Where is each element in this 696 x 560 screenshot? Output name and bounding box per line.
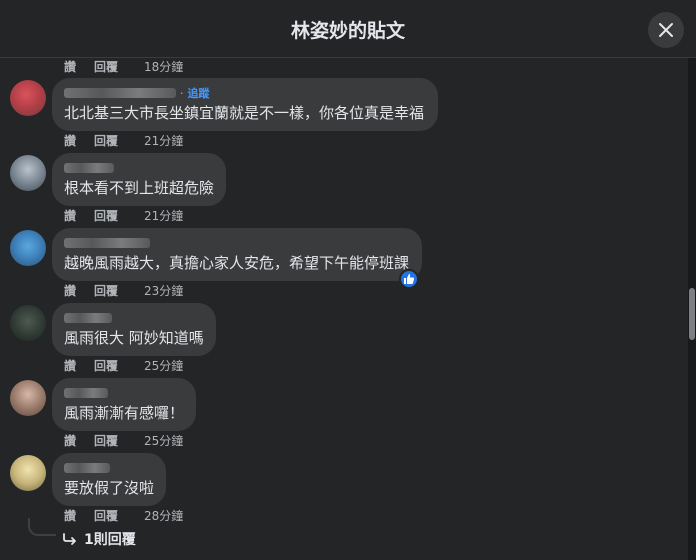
view-replies-label: 1則回覆 bbox=[84, 532, 136, 548]
post-title: 林姿妙的貼文 bbox=[290, 20, 405, 42]
comment-actions: 讚 回覆 18分鐘 bbox=[64, 58, 183, 74]
comment-bubble: 風雨很大 阿妙知道嗎 bbox=[52, 303, 216, 356]
reaction-badge[interactable] bbox=[399, 269, 419, 289]
comment-actions: 讚 回覆 21分鐘 bbox=[64, 207, 183, 223]
comment-text: 根本看不到上班超危險 bbox=[64, 179, 215, 197]
avatar[interactable] bbox=[10, 80, 46, 116]
like-link[interactable]: 讚 bbox=[64, 282, 94, 298]
reply-link[interactable]: 回覆 bbox=[94, 507, 144, 523]
like-link[interactable]: 讚 bbox=[64, 357, 94, 373]
like-link[interactable]: 讚 bbox=[64, 58, 94, 74]
like-link[interactable]: 讚 bbox=[64, 132, 94, 148]
modal-header: 林姿妙的貼文 bbox=[0, 0, 696, 58]
commenter-name[interactable] bbox=[64, 236, 410, 250]
close-icon bbox=[659, 23, 673, 37]
comments-list[interactable]: 讚 回覆 18分鐘 · 追蹤 北北基三大市長坐鎮宜蘭就是不一樣，你各位真是幸福 … bbox=[0, 58, 688, 560]
follow-link[interactable]: 追蹤 bbox=[188, 85, 210, 101]
comment-text: 越晚風雨越大，真擔心家人安危，希望下午能停班課 bbox=[64, 254, 410, 272]
comment-actions: 讚 回覆 25分鐘 bbox=[64, 357, 183, 373]
reply-link[interactable]: 回覆 bbox=[94, 357, 144, 373]
comment-time[interactable]: 23分鐘 bbox=[144, 282, 183, 298]
comment-time[interactable]: 21分鐘 bbox=[144, 207, 183, 223]
comment-text: 風雨很大 阿妙知道嗎 bbox=[64, 329, 204, 347]
comment-bubble: 越晚風雨越大，真擔心家人安危，希望下午能停班課 bbox=[52, 228, 422, 281]
reply-link[interactable]: 回覆 bbox=[94, 282, 144, 298]
comment-time[interactable]: 21分鐘 bbox=[144, 132, 183, 148]
commenter-name[interactable]: · 追蹤 bbox=[64, 86, 426, 100]
like-icon bbox=[404, 274, 415, 284]
reply-link[interactable]: 回覆 bbox=[94, 132, 144, 148]
comment-time[interactable]: 25分鐘 bbox=[144, 357, 183, 373]
reply-link[interactable]: 回覆 bbox=[94, 432, 144, 448]
avatar[interactable] bbox=[10, 305, 46, 341]
commenter-name[interactable] bbox=[64, 461, 154, 475]
comment-time[interactable]: 25分鐘 bbox=[144, 432, 183, 448]
commenter-name[interactable] bbox=[64, 386, 184, 400]
comment-bubble: · 追蹤 北北基三大市長坐鎮宜蘭就是不一樣，你各位真是幸福 bbox=[52, 78, 438, 131]
comment-actions: 讚 回覆 28分鐘 bbox=[64, 507, 183, 523]
like-link[interactable]: 讚 bbox=[64, 432, 94, 448]
comment-time[interactable]: 28分鐘 bbox=[144, 507, 183, 523]
comment-time[interactable]: 18分鐘 bbox=[144, 58, 183, 74]
avatar[interactable] bbox=[10, 380, 46, 416]
avatar[interactable] bbox=[10, 155, 46, 191]
comment-text: 風雨漸漸有感囉！ bbox=[64, 404, 185, 422]
reply-arrow-icon bbox=[63, 533, 76, 545]
avatar[interactable] bbox=[10, 230, 46, 266]
scrollbar-thumb[interactable] bbox=[689, 288, 695, 340]
like-link[interactable]: 讚 bbox=[64, 207, 94, 223]
reply-link[interactable]: 回覆 bbox=[94, 58, 144, 74]
comment-bubble: 根本看不到上班超危險 bbox=[52, 153, 226, 206]
comment-bubble: 風雨漸漸有感囉！ bbox=[52, 378, 196, 431]
comment-text: 北北基三大市長坐鎮宜蘭就是不一樣，你各位真是幸福 bbox=[64, 104, 425, 122]
comment-actions: 讚 回覆 21分鐘 bbox=[64, 132, 183, 148]
comment-actions: 讚 回覆 25分鐘 bbox=[64, 432, 183, 448]
comment-text: 要放假了沒啦 bbox=[64, 479, 155, 497]
view-replies-link[interactable]: 1則回覆 bbox=[62, 529, 136, 549]
comment-bubble: 要放假了沒啦 bbox=[52, 453, 166, 506]
comment-actions: 讚 回覆 23分鐘 bbox=[64, 282, 183, 298]
commenter-name[interactable] bbox=[64, 311, 204, 325]
reply-thread-line bbox=[28, 518, 56, 536]
commenter-name[interactable] bbox=[64, 161, 214, 175]
close-button[interactable] bbox=[648, 12, 684, 48]
reply-link[interactable]: 回覆 bbox=[94, 207, 144, 223]
avatar[interactable] bbox=[10, 455, 46, 491]
like-link[interactable]: 讚 bbox=[64, 507, 94, 523]
